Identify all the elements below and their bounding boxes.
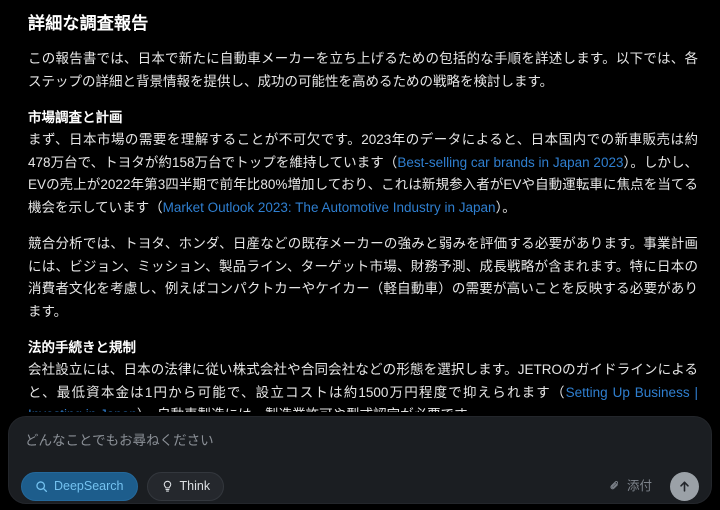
section-heading: 法的手続きと規制 xyxy=(28,340,136,355)
document-sections: 市場調査と計画まず、日本市場の需要を理解することが不可欠です。2023年のデータ… xyxy=(28,107,698,412)
paragraph-text: ）。自動車製造には、製造業許可や型式認定が必要です。 xyxy=(137,407,480,412)
paragraph-text: ）。 xyxy=(495,199,516,215)
intro-paragraph: この報告書では、日本で新たに自動車メーカーを立ち上げるための包括的な手順を詳述し… xyxy=(28,51,698,89)
message-input[interactable] xyxy=(25,431,685,451)
composer-right-tools: 添付 xyxy=(601,471,699,501)
composer-left-tools: DeepSearch Think xyxy=(21,471,225,501)
arrow-up-icon xyxy=(677,479,692,494)
section-heading: 市場調査と計画 xyxy=(28,110,123,125)
section-paragraph: まず、日本市場の需要を理解することが不可欠です。2023年のデータによると、日本… xyxy=(28,129,698,219)
think-button[interactable]: Think xyxy=(146,471,225,501)
paperclip-icon xyxy=(609,480,621,492)
send-button[interactable] xyxy=(670,471,699,501)
think-label: Think xyxy=(179,478,211,493)
attach-button[interactable]: 添付 xyxy=(601,472,660,501)
attach-label: 添付 xyxy=(626,478,652,493)
composer[interactable]: DeepSearch Think xyxy=(8,416,712,504)
search-icon xyxy=(35,480,48,493)
chat-answer-screen: 詳細な調査報告 この報告書では、日本で新たに自動車メーカーを立ち上げるための包括… xyxy=(0,0,720,510)
page-title: 詳細な調査報告 xyxy=(28,14,149,33)
citation-link[interactable]: Best-selling car brands in Japan 2023 xyxy=(397,155,623,170)
citation-link[interactable]: Market Outlook 2023: The Automotive Indu… xyxy=(163,200,496,215)
composer-toolbar: DeepSearch Think 添付 xyxy=(9,469,711,503)
deepsearch-label: DeepSearch xyxy=(54,478,124,493)
answer-document: 詳細な調査報告 この報告書では、日本で新たに自動車メーカーを立ち上げるための包括… xyxy=(0,0,720,412)
section-paragraph: 会社設立には、日本の法律に従い株式会社や合同会社などの形態を選択します。JETR… xyxy=(28,359,698,412)
lightbulb-icon xyxy=(161,480,174,493)
deepsearch-button[interactable]: DeepSearch xyxy=(21,471,138,501)
paragraph-text: 競合分析では、トヨタ、ホンダ、日産などの既存メーカーの強みと弱みを評価する必要が… xyxy=(28,236,698,319)
section-paragraph: 競合分析では、トヨタ、ホンダ、日産などの既存メーカーの強みと弱みを評価する必要が… xyxy=(28,233,698,323)
